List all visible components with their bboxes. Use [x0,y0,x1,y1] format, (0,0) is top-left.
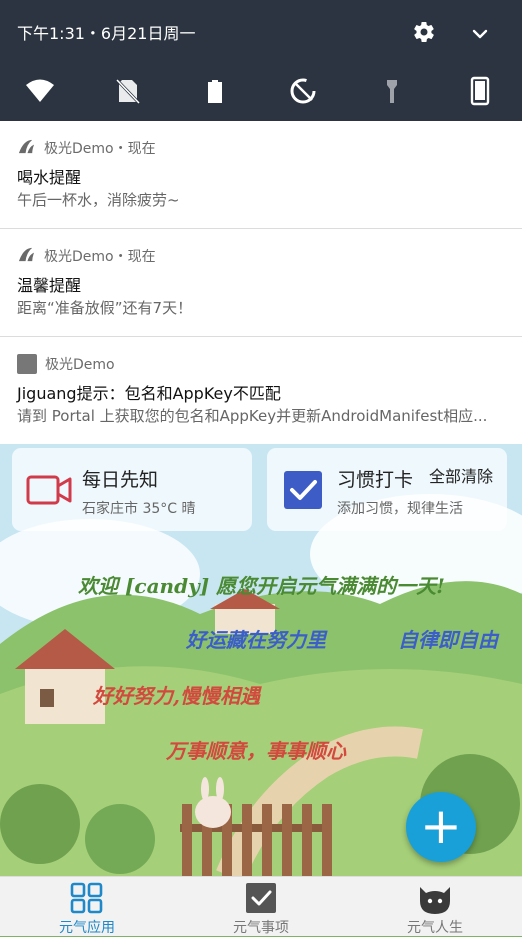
notification-reminder[interactable]: 极光Demo・现在 温馨提醒 距离“准备放假”还有7天！ [0,229,522,337]
apps-grid-icon [67,881,107,915]
notification-header: 极光Demo・现在 [17,139,156,157]
phone-icon[interactable] [465,76,495,106]
tab-label: 元气应用 [59,920,115,936]
app-square-icon [17,354,37,374]
notification-drink-water[interactable]: 极光Demo・现在 喝水提醒 午后一杯水，消除疲劳~ [0,121,522,229]
notification-body: 请到 Portal 上获取您的包名和AppKey并更新AndroidManife… [17,407,488,425]
habit-checkin-card[interactable]: 习惯打卡 添加习惯，规律生活 [267,448,507,531]
tab-life[interactable]: 元气人生 [348,877,522,936]
checkbox-icon [241,881,281,915]
weather-subtitle: 石家庄市 35°C 晴 [82,501,196,517]
no-sim-icon[interactable] [113,76,143,106]
notification-title: 喝水提醒 [17,168,82,187]
notification-jiguang-warning[interactable]: 极光Demo Jiguang提示：包名和AppKey不匹配 请到 Portal … [0,337,522,445]
tab-todos[interactable]: 元气事项 [174,877,348,936]
bottom-navigation: 元气应用 元气事项 元气人生 [0,876,522,936]
notification-body: 午后一杯水，消除疲劳~ [17,191,180,209]
slogan-text: 自律即自由 [398,628,498,652]
checkbox-checked-icon [281,470,327,510]
slogan-text: 好好努力,慢慢相遇 [93,684,260,708]
chevron-down-icon[interactable] [468,22,492,46]
tab-label: 元气人生 [407,920,463,936]
notification-header: 极光Demo・现在 [17,247,156,265]
video-camera-icon [26,470,72,510]
add-fab-button[interactable]: + [406,792,476,862]
notification-title: Jiguang提示：包名和AppKey不匹配 [17,384,281,403]
notification-app-name: 极光Demo・现在 [44,249,156,265]
notification-app-name: 极光Demo [45,357,115,373]
notification-header: 极光Demo [17,354,115,374]
wifi-icon[interactable] [25,76,55,106]
slogan-text: 好运藏在努力里 [186,628,326,652]
tab-apps[interactable]: 元气应用 [0,877,174,936]
clear-all-button[interactable]: 全部清除 [429,463,493,487]
tab-label: 元气事项 [233,920,289,936]
quick-settings-shade: 下午1:31・6月21日周一 [0,0,522,121]
gear-icon[interactable] [412,20,436,44]
data-saver-icon[interactable] [288,76,318,106]
battery-icon[interactable] [200,76,230,106]
slogan-text: 万事顺意，事事顺心 [166,739,346,763]
daily-forecast-card[interactable]: 每日先知 石家庄市 35°C 晴 [12,448,252,531]
flashlight-icon[interactable] [377,76,407,106]
notification-title: 温馨提醒 [17,276,82,295]
welcome-slogan: 欢迎 [candy] 愿您开启元气满满的一天! [78,574,445,598]
card-title: 习惯打卡 [337,469,414,491]
notification-app-name: 极光Demo・现在 [44,141,156,157]
status-datetime: 下午1:31・6月21日周一 [17,24,196,43]
cat-face-icon [415,881,455,915]
aurora-app-icon [17,245,36,268]
habit-subtitle: 添加习惯，规律生活 [337,501,463,517]
card-title: 每日先知 [82,469,159,491]
aurora-app-icon [17,137,36,160]
notification-body: 距离“准备放假”还有7天！ [17,299,193,317]
plus-icon: + [420,797,462,855]
